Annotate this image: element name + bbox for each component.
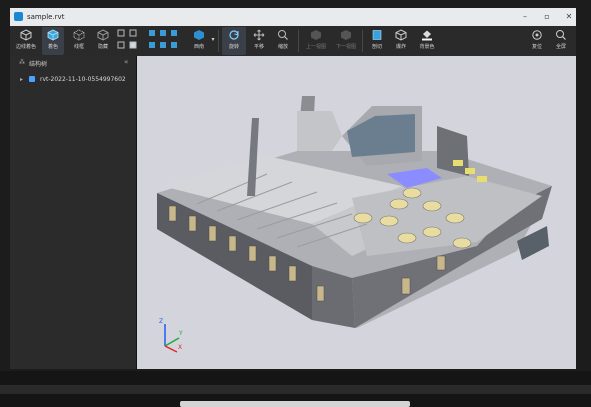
- separator: [218, 30, 219, 52]
- separator: [362, 30, 363, 52]
- zoom-label: 缩放: [277, 44, 288, 50]
- rotate-button[interactable]: 旋转: [222, 27, 246, 55]
- hidden-cube-icon: [97, 29, 109, 41]
- expand-arrow-icon[interactable]: ▸: [20, 76, 23, 83]
- axis-z-label: Z: [159, 318, 164, 325]
- tree-item-label: rvt-2022-11-10-0554997602: [40, 76, 126, 83]
- cube-icon: [20, 29, 32, 41]
- magnifier-icon: [278, 30, 288, 40]
- collapse-panel-button[interactable]: «: [124, 58, 128, 66]
- edge-color-label: 边线着色: [15, 44, 36, 50]
- structure-tree-panel: ⁂ 结构树 « ▸ rvt-2022-11-10-0554997602: [10, 56, 137, 369]
- rotate-label: 旋转: [228, 44, 239, 50]
- tools-label: 爆炸: [395, 44, 406, 50]
- window-title: sample.rvt: [27, 13, 65, 21]
- prev-view-button[interactable]: 上一视图: [302, 27, 330, 55]
- chevron-down-icon: ▾: [211, 36, 215, 43]
- fullscreen-magnifier-icon: [556, 30, 566, 40]
- pan-icon: [253, 29, 265, 41]
- wireframe-button[interactable]: 线框: [68, 27, 90, 55]
- axis-x-label: X: [178, 344, 183, 351]
- section-label: 剖切: [371, 44, 382, 50]
- prev-view-label: 上一视图: [305, 44, 326, 50]
- tools-button[interactable]: 爆炸: [390, 27, 412, 55]
- minimize-button[interactable]: –: [518, 10, 532, 24]
- hidden-button[interactable]: 隐藏: [92, 27, 114, 55]
- small-view-cubes[interactable]: [116, 27, 140, 55]
- prev-view-cube-icon: [311, 30, 321, 40]
- close-button[interactable]: ✕: [562, 10, 576, 24]
- desktop-strip: [0, 385, 591, 394]
- background-label: 背景色: [419, 44, 435, 50]
- projection-button[interactable]: 西南: [188, 27, 210, 55]
- next-view-cube-icon: [341, 30, 351, 40]
- axis-y-label: Y: [179, 330, 183, 337]
- color-label: 着色: [47, 44, 58, 50]
- view-cube-grid-icon: [117, 29, 137, 49]
- pan-button[interactable]: 平移: [248, 27, 270, 55]
- title-bar: sample.rvt – ▫ ✕: [10, 8, 576, 26]
- next-view-label: 下一视图: [335, 44, 356, 50]
- zoom-button[interactable]: 缩放: [272, 27, 294, 55]
- section-box-icon: [372, 30, 382, 40]
- desktop-bar: [180, 401, 410, 407]
- wireframe-label: 线框: [73, 44, 84, 50]
- orientation-cube-icons: [149, 30, 177, 48]
- axis-gizmo: Z Y X: [157, 318, 187, 354]
- shaded-cube-icon: [47, 29, 59, 41]
- panel-title: 结构树: [29, 61, 48, 68]
- explode-cube-icon: [395, 29, 407, 41]
- edge-color-button[interactable]: 边线着色: [12, 27, 40, 55]
- section-button[interactable]: 剖切: [366, 27, 388, 55]
- separator: [298, 30, 299, 52]
- reset-button[interactable]: 复位: [526, 27, 548, 55]
- pan-label: 平移: [253, 44, 264, 50]
- southwest-cube-icon: [194, 30, 204, 40]
- orientation-cubes[interactable]: [146, 27, 180, 55]
- visibility-checkbox[interactable]: [29, 76, 35, 82]
- reset-icon: [532, 30, 542, 40]
- color-button[interactable]: 着色: [42, 27, 64, 55]
- hidden-label: 隐藏: [97, 44, 108, 50]
- desktop-background: [0, 371, 591, 407]
- 3d-viewport[interactable]: Z Y X: [137, 56, 576, 369]
- toolbar: 边线着色 着色 线框 隐藏 西南 ▾ 旋转 平移 缩放 上一视图 下一视图 剖切…: [10, 26, 576, 56]
- background-button[interactable]: 背景色: [414, 27, 440, 55]
- maximize-button[interactable]: ▫: [540, 10, 554, 24]
- rotate-icon: [229, 30, 239, 40]
- tree-icon: ⁂: [19, 59, 25, 66]
- fullscreen-button[interactable]: 全屏: [550, 27, 572, 55]
- building-model: [157, 96, 552, 328]
- projection-dropdown[interactable]: ▾: [210, 27, 216, 55]
- fullscreen-label: 全屏: [555, 44, 566, 50]
- reset-label: 复位: [531, 44, 542, 50]
- projection-label: 西南: [193, 44, 204, 50]
- next-view-button[interactable]: 下一视图: [332, 27, 360, 55]
- tree-item[interactable]: ▸ rvt-2022-11-10-0554997602: [10, 74, 136, 86]
- app-logo-icon: [14, 12, 23, 21]
- panel-header: ⁂ 结构树 «: [10, 56, 136, 69]
- paint-bucket-icon: [422, 30, 432, 41]
- wireframe-cube-icon: [73, 29, 85, 41]
